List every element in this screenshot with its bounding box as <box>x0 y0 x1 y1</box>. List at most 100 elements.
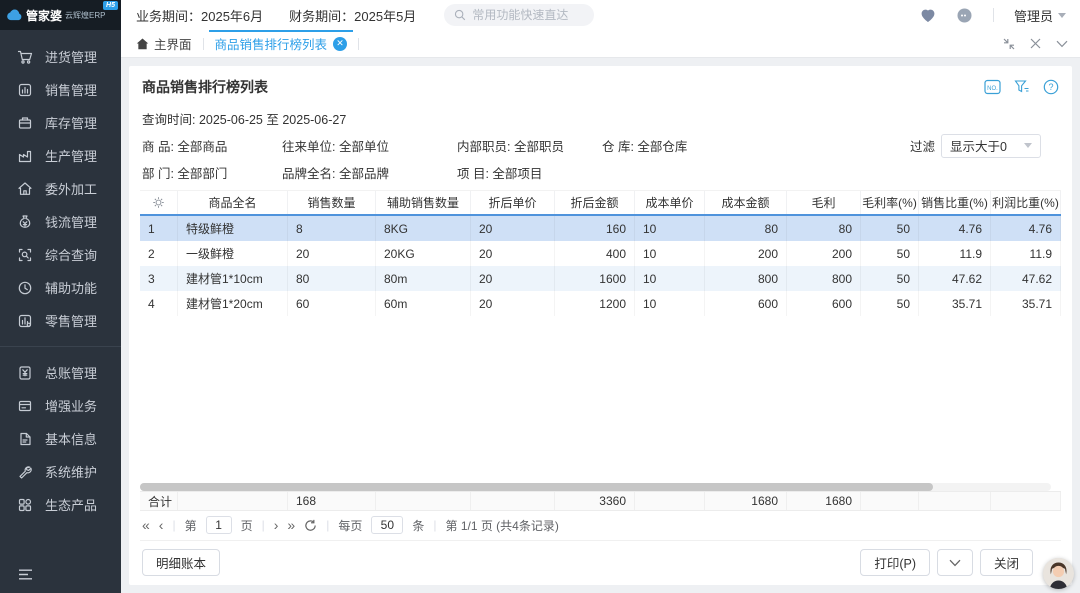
sidebar-item-basic-info[interactable]: 基本信息 <box>0 422 121 455</box>
favorite-heart-icon[interactable] <box>920 8 936 23</box>
table-body: 1特级鲜橙88KG20160108080504.764.762一级鲜橙2020K… <box>140 216 1061 316</box>
column-header[interactable]: 毛利率(%) <box>861 191 919 214</box>
page-number-input[interactable] <box>206 516 232 534</box>
column-header[interactable]: 销售数量 <box>288 191 376 214</box>
table-cell: 4.76 <box>991 216 1061 241</box>
pagination-separator: | <box>433 518 436 532</box>
print-dropdown-button[interactable] <box>937 549 973 576</box>
content-area: 商品销售排行榜列表 NO. ? 查询时间: 2025-06-25 至 2025 <box>121 58 1080 593</box>
help-icon[interactable]: ? <box>1043 79 1059 95</box>
sidebar-item-inventory[interactable]: 库存管理 <box>0 106 121 139</box>
detail-ledger-button[interactable]: 明细账本 <box>142 549 220 576</box>
sidebar-item-label: 总账管理 <box>45 363 97 382</box>
table-cell: 1200 <box>555 291 635 316</box>
tab-home[interactable]: 主界面 <box>136 30 192 57</box>
table-header-row: 商品全名销售数量辅助销售数量折后单价折后金额成本单价成本金额毛利毛利率(%)销售… <box>140 190 1061 216</box>
sidebar-item-label: 钱流管理 <box>45 212 97 231</box>
business-period[interactable]: 业务期间：2025年6月 <box>136 6 263 25</box>
column-settings-gear-icon[interactable] <box>140 191 178 214</box>
table-cell: 8 <box>288 216 376 241</box>
last-page-button[interactable]: » <box>287 518 295 532</box>
sidebar-item-label: 零售管理 <box>45 311 97 330</box>
customer-service-avatar[interactable] <box>1043 558 1074 589</box>
sidebar-item-auxiliary[interactable]: 辅助功能 <box>0 271 121 304</box>
per-page-input[interactable] <box>371 516 403 534</box>
table-row[interactable]: 1特级鲜橙88KG20160108080504.764.76 <box>140 216 1061 241</box>
table-cell: 50 <box>861 216 919 241</box>
pagination-separator: | <box>326 518 329 532</box>
table-cell: 10 <box>635 266 705 291</box>
search-icon <box>454 9 466 21</box>
page-label-post: 页 <box>241 517 253 534</box>
table-cell: 一级鲜橙 <box>178 241 288 266</box>
sidebar-item-cashflow[interactable]: 钱流管理 <box>0 205 121 238</box>
sidebar-item-production[interactable]: 生产管理 <box>0 139 121 172</box>
sidebar-item-purchase[interactable]: 进货管理 <box>0 40 121 73</box>
column-header[interactable]: 成本单价 <box>635 191 705 214</box>
fiscal-period[interactable]: 财务期间：2025年5月 <box>289 6 416 25</box>
close-window-icon[interactable] <box>1030 38 1041 49</box>
topbar-right: 管理员 <box>920 6 1066 25</box>
next-page-button[interactable]: › <box>274 518 279 532</box>
filter-dropdown[interactable]: 显示大于0 <box>941 134 1041 158</box>
sidebar-item-sales[interactable]: 销售管理 <box>0 73 121 106</box>
tab-product-sales-ranking[interactable]: 商品销售排行榜列表 ✕ <box>215 30 348 57</box>
table-row[interactable]: 4建材管1*20cm6060m201200106006005035.7135.7… <box>140 291 1061 316</box>
total-cell: 1680 <box>705 492 787 510</box>
close-button[interactable]: 关闭 <box>980 549 1033 576</box>
sequence-number-icon[interactable]: NO. <box>984 79 1001 95</box>
table-cell: 20 <box>471 266 555 291</box>
sidebar-item-retail[interactable]: 零售管理 <box>0 304 121 337</box>
sidebar-item-outsource[interactable]: 委外加工 <box>0 172 121 205</box>
print-button[interactable]: 打印(P) <box>860 549 930 576</box>
table-cell: 800 <box>787 266 861 291</box>
sidebar-collapse-button[interactable] <box>0 556 121 593</box>
table-total-row: 合计168336016801680 <box>140 491 1061 511</box>
column-header[interactable]: 辅助销售数量 <box>376 191 471 214</box>
table-cell: 47.62 <box>919 266 991 291</box>
page-title: 商品销售排行榜列表 <box>142 77 268 97</box>
column-header[interactable]: 商品全名 <box>178 191 288 214</box>
filter-product: 商 品: 全部商品 <box>142 136 282 155</box>
table-cell: 50 <box>861 241 919 266</box>
sidebar-item-eco-product[interactable]: 生态产品 <box>0 488 121 521</box>
total-cell: 168 <box>288 492 376 510</box>
column-header[interactable]: 成本金额 <box>705 191 787 214</box>
table-cell: 50 <box>861 266 919 291</box>
sidebar-item-maintenance[interactable]: 系统维护 <box>0 455 121 488</box>
prev-page-button[interactable]: ‹ <box>159 518 164 532</box>
filter-control: 过滤 显示大于0 <box>910 134 1059 158</box>
table-row[interactable]: 3建材管1*10cm8080m201600108008005047.6247.6… <box>140 266 1061 291</box>
sidebar-item-label: 生态产品 <box>45 495 97 514</box>
sidebar-item-label: 进货管理 <box>45 47 97 66</box>
collapse-panel-icon[interactable] <box>1056 40 1068 48</box>
fullscreen-toggle-icon[interactable] <box>1003 38 1015 50</box>
column-header[interactable]: 毛利 <box>787 191 861 214</box>
filter-funnel-icon[interactable] <box>1014 79 1030 95</box>
production-icon <box>17 148 33 164</box>
table-row[interactable]: 2一级鲜橙2020KG20400102002005011.911.9 <box>140 241 1061 266</box>
brand-name: 管家婆 <box>26 7 62 24</box>
tab-close-icon[interactable]: ✕ <box>333 37 347 51</box>
sidebar-item-label: 库存管理 <box>45 113 97 132</box>
quick-search[interactable] <box>444 4 594 26</box>
first-page-button[interactable]: « <box>142 518 150 532</box>
sidebar-item-query[interactable]: 综合查询 <box>0 238 121 271</box>
column-header[interactable]: 折后单价 <box>471 191 555 214</box>
app-logo: 管家婆 云辉煌ERP H5 <box>0 0 121 30</box>
column-header[interactable]: 利润比重(%) <box>991 191 1061 214</box>
search-input[interactable] <box>472 8 582 22</box>
column-header[interactable]: 销售比重(%) <box>919 191 991 214</box>
top-header: 业务期间：2025年6月 财务期间：2025年5月 管理员 <box>121 0 1080 30</box>
refresh-icon[interactable] <box>304 519 317 532</box>
scrollbar-thumb[interactable] <box>140 483 933 491</box>
column-header[interactable]: 折后金额 <box>555 191 635 214</box>
sidebar-item-enhanced[interactable]: 增强业务 <box>0 389 121 422</box>
user-menu[interactable]: 管理员 <box>1014 6 1066 25</box>
table-cell: 1600 <box>555 266 635 291</box>
sidebar-item-ledger[interactable]: 总账管理 <box>0 356 121 389</box>
horizontal-scrollbar[interactable] <box>140 483 1051 491</box>
message-icon[interactable] <box>956 7 973 24</box>
total-cell <box>991 492 1061 510</box>
sidebar-item-label: 系统维护 <box>45 462 97 481</box>
